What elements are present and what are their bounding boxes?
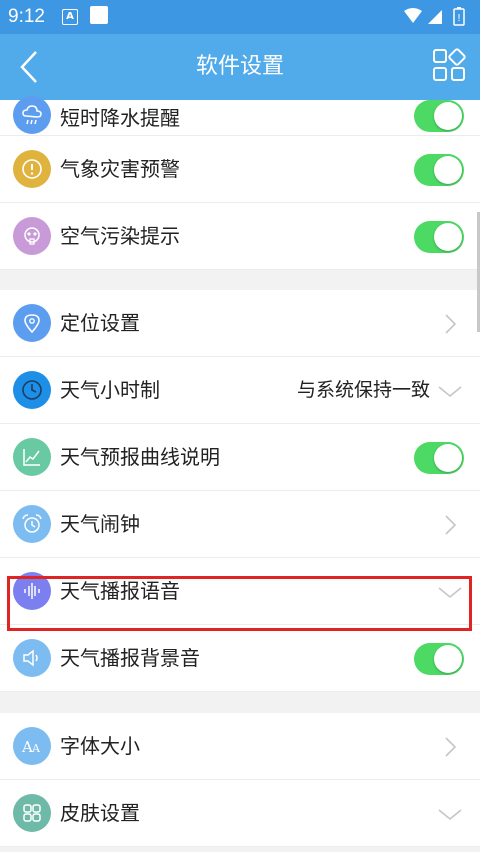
clock-icon [13, 371, 51, 409]
settings-row-rain[interactable]: 短时降水提醒 [0, 96, 480, 136]
alarm-clock-icon [13, 505, 51, 543]
background-sound-toggle[interactable] [414, 643, 464, 675]
toggle-knob [434, 444, 462, 472]
disaster-warning-toggle[interactable] [414, 154, 464, 186]
settings-row-alarm[interactable]: 天气闹钟 [0, 491, 480, 558]
chevron-down-icon [438, 386, 462, 398]
notification-a-icon: A [62, 9, 78, 25]
settings-row-label: 气象灾害预警 [60, 157, 180, 181]
settings-row-hour-format[interactable]: 天气小时制 与系统保持一致 [0, 357, 480, 424]
app-bar: 软件设置 [0, 34, 480, 100]
svg-text:!: ! [457, 13, 461, 24]
chevron-down-icon [438, 809, 462, 821]
settings-row-label: 定位设置 [60, 311, 140, 335]
settings-row-label: 天气播报背景音 [60, 646, 200, 670]
settings-row-voice[interactable]: 天气播报语音 [0, 558, 480, 625]
gas-mask-icon [13, 217, 51, 255]
settings-row-label: 天气闹钟 [60, 512, 140, 536]
svg-text:A: A [31, 742, 41, 755]
settings-row-label: 天气小时制 [60, 378, 160, 402]
rain-cloud-icon [13, 96, 51, 134]
toggle-knob [434, 645, 462, 673]
settings-row-disaster[interactable]: 气象灾害预警 [0, 136, 480, 203]
font-size-icon: AA [13, 727, 51, 765]
settings-row-skin[interactable]: 皮肤设置 [0, 780, 480, 847]
settings-row-font-size[interactable]: AA 字体大小 [0, 713, 480, 780]
settings-row-air[interactable]: 空气污染提示 [0, 203, 480, 270]
chart-line-icon [13, 438, 51, 476]
air-pollution-toggle[interactable] [414, 221, 464, 253]
chevron-right-icon [445, 515, 457, 535]
apps-grid-icon[interactable] [432, 48, 466, 82]
forecast-curve-toggle[interactable] [414, 442, 464, 474]
skin-grid-icon [13, 794, 51, 832]
status-time: 9:12 [8, 6, 45, 27]
notification-square-icon [90, 6, 108, 24]
settings-row-label: 字体大小 [60, 734, 140, 758]
page-title: 软件设置 [195, 54, 284, 79]
section-gap [0, 270, 480, 290]
chevron-right-icon [445, 737, 457, 757]
location-pin-icon [13, 304, 51, 342]
system-status-icons: ! [404, 7, 465, 26]
voice-wave-icon [13, 572, 51, 610]
settings-row-bg-sound[interactable]: 天气播报背景音 [0, 625, 480, 692]
rain-alert-toggle[interactable] [414, 100, 464, 132]
settings-row-label: 短时降水提醒 [60, 106, 180, 130]
toggle-knob [434, 102, 462, 130]
settings-list: 短时降水提醒 气象灾害预警 空气污染提示 定位设置 天气小时制 与系统保持一致 [0, 96, 480, 847]
settings-row-label: 天气播报语音 [60, 579, 180, 603]
section-gap [0, 692, 480, 713]
settings-row-label: 天气预报曲线说明 [60, 445, 220, 469]
toggle-knob [434, 156, 462, 184]
settings-row-label: 皮肤设置 [60, 801, 140, 825]
settings-row-label: 空气污染提示 [60, 224, 180, 248]
status-bar: 9:12 A ! [0, 0, 480, 34]
hour-format-value: 与系统保持一致 [296, 379, 430, 401]
speaker-icon [13, 639, 51, 677]
alert-icon [13, 150, 51, 188]
chevron-down-icon [438, 587, 462, 599]
settings-row-curve[interactable]: 天气预报曲线说明 [0, 424, 480, 491]
settings-row-location[interactable]: 定位设置 [0, 290, 480, 357]
chevron-right-icon [445, 314, 457, 334]
toggle-knob [434, 223, 462, 251]
